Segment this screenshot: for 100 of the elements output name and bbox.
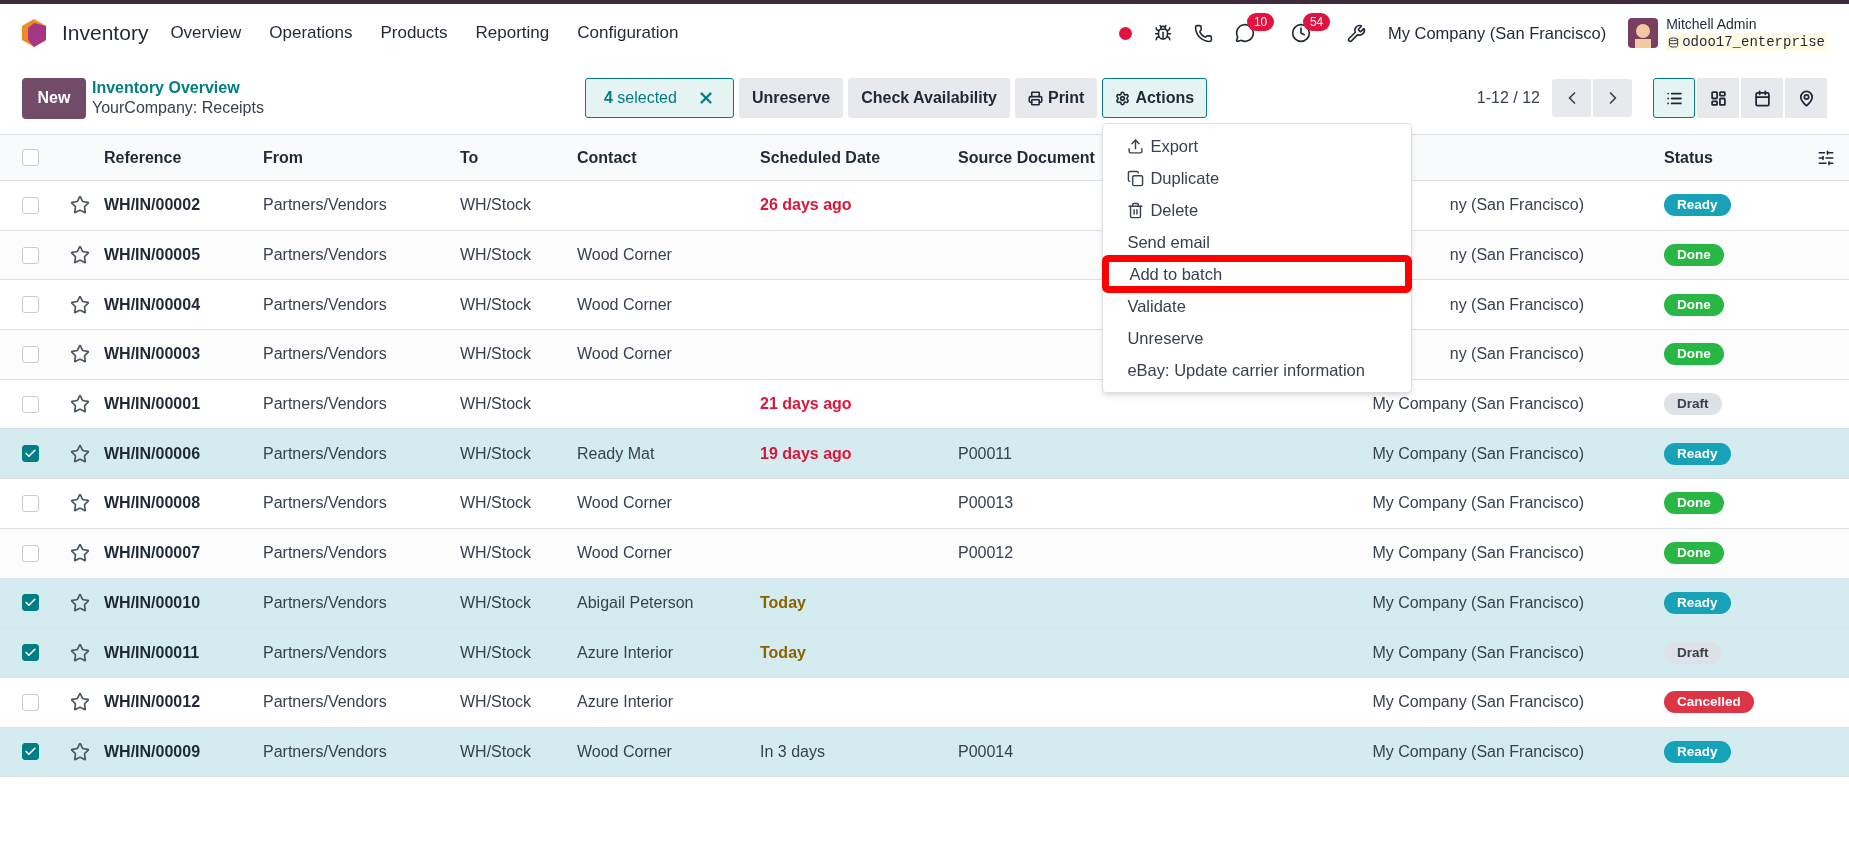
dropdown-item[interactable]: Export — [1103, 130, 1412, 162]
app-logo-icon[interactable] — [22, 19, 46, 47]
table-cell-text: WH/Stock — [460, 592, 533, 613]
star-icon[interactable] — [70, 394, 90, 415]
status-label: Done — [1677, 296, 1711, 312]
row-checkbox[interactable] — [22, 594, 39, 612]
column-header[interactable]: Reference — [104, 145, 263, 170]
star-icon[interactable] — [70, 344, 90, 365]
row-checkbox[interactable] — [22, 445, 39, 463]
row-checkbox[interactable] — [22, 395, 39, 413]
dropdown-item[interactable]: Send email — [1103, 226, 1412, 258]
star-icon[interactable] — [70, 245, 90, 266]
dropdown-item[interactable]: Delete — [1103, 194, 1412, 226]
table-cell-text: WH/Stock — [460, 394, 533, 415]
table-cell-text: ny (San Francisco) — [1448, 195, 1585, 216]
star-icon[interactable] — [70, 294, 90, 315]
table-cell-text: WH/Stock — [460, 245, 533, 266]
app-title[interactable]: Inventory — [62, 17, 149, 49]
table-cell-text: WH/Stock — [460, 294, 533, 315]
kanban-view-button[interactable] — [1697, 78, 1739, 118]
menu-item[interactable]: Products — [380, 20, 448, 46]
toolbar-button[interactable]: Unreserve — [738, 78, 844, 118]
tools-icon[interactable] — [1346, 23, 1366, 43]
row-checkbox[interactable] — [22, 644, 39, 662]
breadcrumb-link[interactable]: Inventory Overview — [92, 78, 264, 98]
dropdown-item[interactable]: Duplicate — [1103, 162, 1412, 194]
table-cell-text: Partners/Vendors — [263, 195, 388, 216]
avatar[interactable] — [1628, 18, 1659, 48]
kanban-icon — [1709, 89, 1727, 107]
star-icon[interactable] — [70, 195, 90, 216]
row-checkbox[interactable] — [22, 693, 39, 711]
list-view-button[interactable] — [1653, 78, 1695, 118]
row-checkbox[interactable] — [22, 494, 39, 512]
row-checkbox[interactable] — [22, 246, 39, 264]
menu-item[interactable]: Reporting — [475, 20, 550, 46]
column-settings-icon[interactable] — [1817, 148, 1835, 167]
star-icon[interactable] — [70, 493, 90, 514]
row-checkbox[interactable] — [22, 544, 39, 562]
table-cell-text: P00014 — [958, 741, 1015, 762]
map-view-button[interactable] — [1785, 78, 1827, 118]
dropdown-item[interactable]: eBay: Update carrier information — [1103, 354, 1412, 386]
menu-item[interactable]: Operations — [269, 20, 353, 46]
status-label: Ready — [1677, 197, 1718, 213]
new-button[interactable]: New — [22, 77, 86, 119]
database-name: odoo17_enterprise — [1682, 33, 1825, 51]
menu-item[interactable]: Overview — [170, 20, 242, 46]
table-cell-text: WH/Stock — [460, 443, 533, 464]
actions-button[interactable]: Actions — [1102, 78, 1208, 118]
trash-icon — [1127, 201, 1145, 219]
star-icon[interactable] — [70, 592, 90, 613]
copy-icon — [1127, 169, 1145, 187]
company-switcher[interactable]: My Company (San Francisco) — [1387, 20, 1607, 46]
status-label: Ready — [1677, 445, 1718, 461]
table-cell-text: My Company (San Francisco) — [1371, 543, 1585, 564]
row-checkbox[interactable] — [22, 149, 39, 166]
reference-cell-text: WH/IN/00002 — [104, 195, 202, 216]
column-header[interactable]: Contact — [577, 145, 760, 170]
user-name[interactable]: Mitchell Admin — [1666, 15, 1827, 33]
table-cell-text: Partners/Vendors — [263, 245, 388, 266]
activity-badge: 54 — [1302, 13, 1331, 31]
column-header[interactable]: From — [263, 145, 460, 170]
star-icon[interactable] — [70, 642, 90, 663]
selection-count: 4 selected — [603, 88, 677, 108]
phone-icon[interactable] — [1193, 23, 1213, 43]
star-icon[interactable] — [70, 741, 90, 762]
table-cell-text: Wood Corner — [577, 245, 673, 266]
pager-value[interactable]: 1-12 / 12 — [1476, 86, 1540, 110]
menu-item[interactable]: Configuration — [577, 20, 679, 46]
upload-icon — [1127, 137, 1145, 155]
table-cell-text: ny (San Francisco) — [1448, 245, 1585, 266]
status-label: Done — [1677, 346, 1711, 362]
star-icon[interactable] — [70, 443, 90, 464]
column-header[interactable]: Scheduled Date — [760, 145, 958, 170]
clock-icon[interactable] — [1290, 23, 1311, 43]
dropdown-item[interactable]: Unreserve — [1103, 322, 1412, 354]
reference-cell-text: WH/IN/00011 — [104, 642, 201, 663]
table-cell-text: Ready Mat — [577, 443, 656, 464]
calendar-view-button[interactable] — [1741, 78, 1783, 118]
dropdown-item[interactable]: Add to batch — [1105, 258, 1410, 290]
dropdown-item[interactable]: Validate — [1103, 290, 1412, 322]
row-checkbox[interactable] — [22, 296, 39, 314]
star-icon[interactable] — [70, 692, 90, 713]
chat-icon[interactable] — [1234, 23, 1255, 43]
toolbar-button[interactable]: Check Availability — [848, 78, 1010, 118]
row-checkbox[interactable] — [22, 196, 39, 214]
table-cell-text: Partners/Vendors — [263, 692, 388, 713]
print-button[interactable]: Print — [1014, 78, 1098, 118]
table-cell-text: Partners/Vendors — [263, 741, 388, 762]
star-icon[interactable] — [70, 543, 90, 564]
page-title: YourCompany: Receipts — [92, 98, 264, 118]
row-checkbox[interactable] — [22, 345, 39, 363]
column-header[interactable]: To — [460, 145, 577, 170]
reference-cell-text: WH/IN/00010 — [104, 592, 202, 613]
table-cell-text: Partners/Vendors — [263, 493, 388, 514]
date-cell-text: In 3 days — [760, 741, 826, 762]
row-checkbox[interactable] — [22, 743, 39, 761]
status-label: Ready — [1677, 743, 1718, 759]
status-label: Draft — [1677, 644, 1709, 660]
bug-icon[interactable] — [1153, 24, 1172, 42]
column-header[interactable]: Status — [1664, 145, 1800, 170]
